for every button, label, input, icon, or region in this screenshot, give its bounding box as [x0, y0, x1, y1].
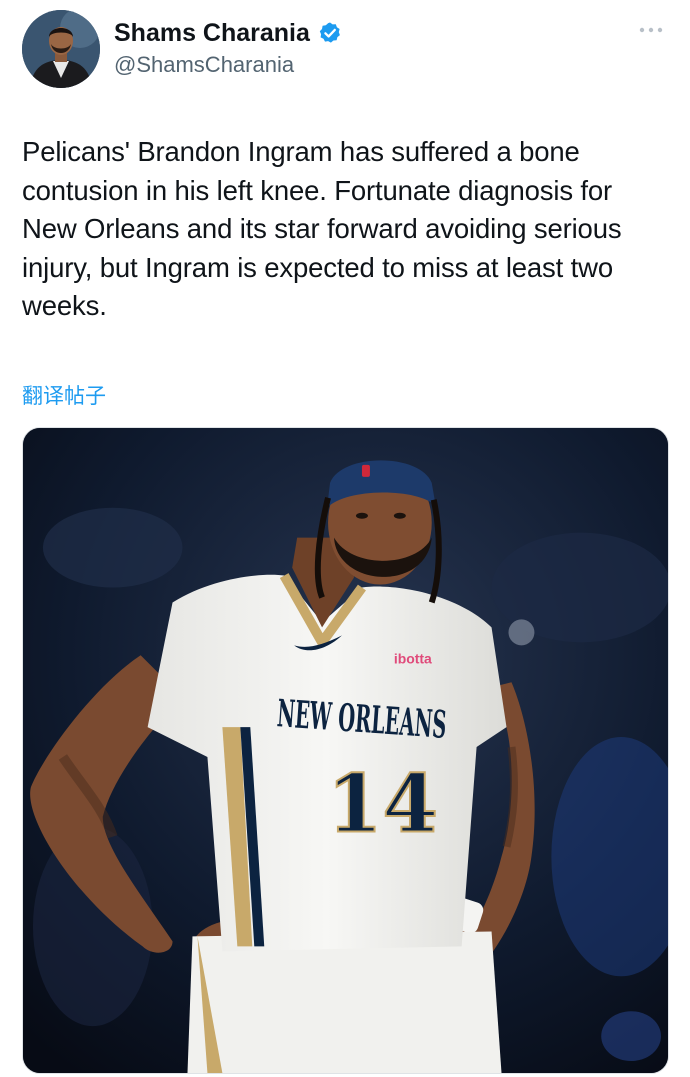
avatar-image	[22, 10, 100, 88]
author-handle[interactable]: @ShamsCharania	[114, 52, 294, 78]
avatar[interactable]	[22, 10, 100, 88]
tweet-text: Pelicans' Brandon Ingram has suffered a …	[22, 136, 622, 321]
jersey-number: 14	[327, 757, 438, 851]
tweet-media-image[interactable]: ibotta NEW ORLEANS 14	[22, 427, 669, 1074]
sponsor-patch: ibotta	[394, 650, 432, 666]
author-display-name[interactable]: Shams Charania	[114, 19, 310, 48]
author-name-row[interactable]: Shams Charania	[114, 16, 342, 50]
player-photo: ibotta NEW ORLEANS 14	[23, 428, 668, 1073]
verified-badge-icon	[318, 21, 342, 45]
tweet-card: Shams Charania @ShamsCharania Pelicans' …	[0, 0, 690, 1077]
translate-post-link[interactable]: 翻译帖子	[22, 380, 106, 410]
more-options-icon	[639, 27, 663, 33]
more-options-button[interactable]	[636, 20, 666, 40]
